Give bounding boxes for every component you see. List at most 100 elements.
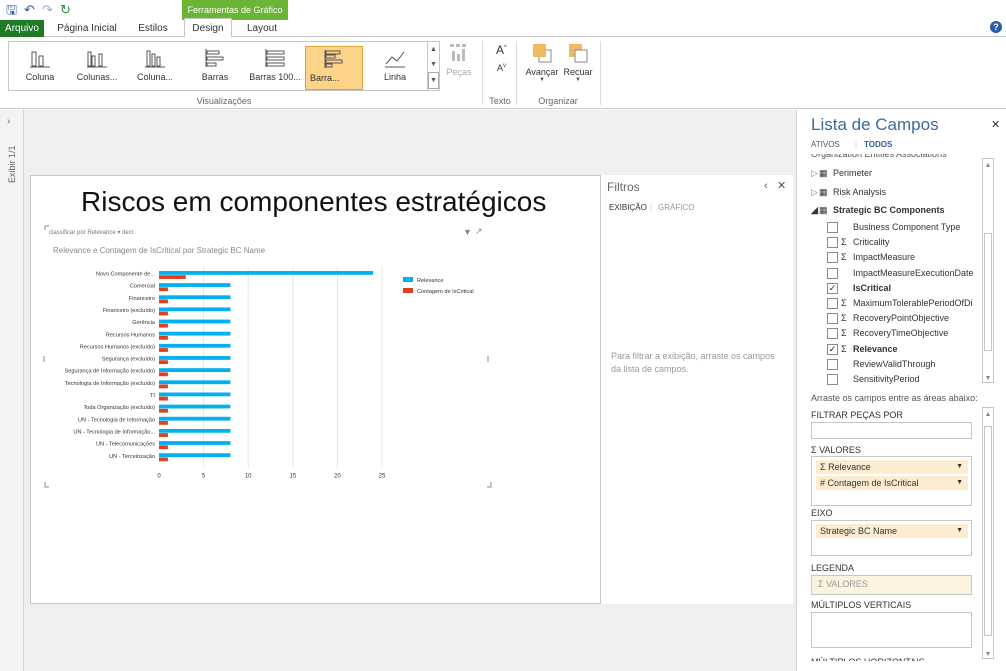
field-name: Business Component Type bbox=[853, 222, 961, 232]
recuar-label: Recuar bbox=[563, 67, 593, 77]
axis-dropzone[interactable]: Strategic BC Name ▼ bbox=[811, 520, 972, 556]
chart-tools-header: Ferramentas de Gráfico bbox=[182, 0, 288, 20]
gallery-up-icon[interactable]: ▲ bbox=[428, 42, 439, 57]
field-row[interactable]: SensitivityPeriod bbox=[797, 372, 982, 387]
areas-scrollbar[interactable]: ▲ ▼ bbox=[982, 407, 994, 659]
filter-by-dropzone[interactable] bbox=[811, 422, 972, 439]
checkbox-checked[interactable]: ✓ bbox=[827, 343, 838, 355]
tab-exibicao[interactable]: EXIBIÇÃO bbox=[609, 203, 647, 212]
tab-arquivo[interactable]: Arquivo bbox=[0, 20, 44, 37]
tab-grafico[interactable]: GRÁFICO bbox=[658, 203, 694, 212]
y-category-label: Financeiro (excluído) bbox=[103, 308, 155, 314]
field-row[interactable]: ImpactMeasureExecutionDate bbox=[797, 266, 982, 281]
values-dropzone[interactable]: Σ Relevance ▼ # Contagem de IsCritical ▼ bbox=[811, 456, 972, 506]
close-icon[interactable]: ✕ bbox=[777, 179, 786, 192]
scroll-up-icon[interactable]: ▲ bbox=[983, 159, 993, 173]
group-label-visualizations: Visualizações bbox=[196, 96, 252, 106]
dropdown-arrow-icon[interactable]: ▼ bbox=[956, 524, 963, 538]
gallery-more-icon[interactable]: ▼ bbox=[428, 72, 439, 89]
views-label[interactable]: Exibir 1/1 bbox=[7, 135, 17, 183]
value-pill-iscritical[interactable]: # Contagem de IsCritical ▼ bbox=[816, 476, 968, 490]
viz-barras-100-button[interactable]: Barras 100... bbox=[245, 46, 305, 90]
tab-design[interactable]: Design bbox=[184, 18, 232, 38]
scroll-thumb[interactable] bbox=[984, 233, 992, 351]
gallery-down-icon[interactable]: ▼ bbox=[428, 57, 439, 72]
field-name: SensitivityPeriod bbox=[853, 374, 920, 384]
checkbox[interactable] bbox=[827, 328, 838, 340]
legend-label: Relevance bbox=[417, 278, 443, 284]
vertical-multiples-dropzone[interactable] bbox=[811, 612, 972, 648]
value-pill-relevance[interactable]: Σ Relevance ▼ bbox=[816, 460, 968, 474]
scroll-thumb[interactable] bbox=[984, 426, 992, 636]
font-shrink-icon[interactable]: Av bbox=[497, 63, 506, 73]
checkbox[interactable] bbox=[827, 267, 838, 279]
field-row[interactable]: Σ RecoveryPointObjective bbox=[797, 311, 982, 326]
help-icon[interactable]: ? bbox=[990, 21, 1002, 33]
checkbox[interactable] bbox=[827, 313, 838, 325]
bring-forward-button[interactable]: Avançar ▼ bbox=[522, 41, 562, 85]
scroll-up-icon[interactable]: ▲ bbox=[983, 408, 993, 422]
group-separator bbox=[516, 41, 517, 105]
undo-icon[interactable]: ↶ bbox=[24, 2, 35, 18]
field-row[interactable]: Σ ImpactMeasure bbox=[797, 250, 982, 265]
field-row[interactable]: ReviewValidThrough bbox=[797, 357, 982, 372]
table-icon: ▦ bbox=[819, 205, 828, 215]
field-list-scrollbar[interactable]: ▲ ▼ bbox=[982, 158, 994, 383]
viz-linha-button[interactable]: Linha bbox=[369, 46, 421, 90]
checkbox-checked[interactable]: ✓ bbox=[827, 282, 838, 294]
checkbox[interactable] bbox=[827, 252, 838, 264]
y-category-label: UN - Tecnologia de Informação bbox=[78, 417, 155, 423]
viz-coluna-100-button[interactable]: Coluna... bbox=[127, 46, 183, 90]
tab-todos[interactable]: TODOS bbox=[864, 140, 892, 149]
bar-chart[interactable]: Relevance e Contagem de IsCritical por S… bbox=[31, 176, 599, 604]
bar-iscritical bbox=[159, 335, 168, 340]
axis-pill-strategic-bc-name[interactable]: Strategic BC Name ▼ bbox=[816, 524, 968, 538]
redo-icon[interactable]: ↷ bbox=[42, 2, 53, 18]
y-category-label: Toda Organização (excluído) bbox=[83, 405, 155, 411]
dropdown-arrow-icon[interactable]: ▼ bbox=[956, 476, 963, 490]
pecas-button[interactable]: Peças bbox=[444, 41, 474, 85]
field-row[interactable]: ✓ Σ Relevance bbox=[797, 342, 982, 357]
viz-barra-clustered-button[interactable]: Barra... bbox=[305, 46, 363, 90]
dropdown-arrow-icon[interactable]: ▼ bbox=[956, 460, 963, 474]
send-backward-button[interactable]: Recuar ▼ bbox=[562, 41, 594, 85]
pill-label: # Contagem de IsCritical bbox=[820, 478, 919, 488]
table-name: Perimeter bbox=[833, 168, 873, 178]
checkbox[interactable] bbox=[827, 222, 838, 233]
tab-layout[interactable]: Layout bbox=[240, 20, 284, 37]
collapse-icon[interactable]: ‹ bbox=[764, 180, 768, 192]
checkbox[interactable] bbox=[827, 237, 838, 249]
values-label-text: VALORES bbox=[819, 445, 861, 455]
viz-barras-button[interactable]: Barras bbox=[189, 46, 241, 90]
tab-estilos[interactable]: Estilos bbox=[128, 20, 178, 37]
close-icon[interactable]: ✕ bbox=[991, 118, 1000, 131]
sigma-icon: Σ bbox=[841, 328, 847, 339]
filters-pane: Filtros ‹ ✕ EXIBIÇÃO | GRÁFICO Para filt… bbox=[600, 175, 793, 604]
tab-ativos[interactable]: ATIVOS bbox=[811, 140, 840, 149]
field-row[interactable]: Business Component Type bbox=[797, 220, 982, 235]
font-grow-icon[interactable]: A^ bbox=[496, 43, 507, 57]
bar-relevance bbox=[159, 283, 231, 287]
field-row[interactable]: Σ Criticality bbox=[797, 235, 982, 250]
field-list-pane: Lista de Campos ✕ ATIVOS | TODOS Organiz… bbox=[796, 110, 1006, 671]
viz-colunas-button[interactable]: Colunas... bbox=[69, 46, 125, 90]
field-row[interactable]: ✓ IsCritical bbox=[797, 281, 982, 296]
scroll-down-icon[interactable]: ▼ bbox=[983, 375, 993, 382]
tab-pagina-inicial[interactable]: Página Inicial bbox=[52, 20, 122, 37]
checkbox[interactable] bbox=[827, 374, 838, 385]
field-row[interactable]: Σ MaximumTolerablePeriodOfDi bbox=[797, 296, 982, 311]
field-name: ImpactMeasure bbox=[853, 252, 916, 263]
chevron-right-icon[interactable]: › bbox=[7, 116, 10, 127]
field-row[interactable]: Σ RecoveryTimeObjective bbox=[797, 326, 982, 341]
scroll-down-icon[interactable]: ▼ bbox=[983, 651, 993, 658]
legend-dropzone[interactable]: Σ VALORES bbox=[811, 575, 972, 595]
save-icon[interactable]: 🖫 bbox=[6, 2, 17, 18]
checkbox[interactable] bbox=[827, 358, 838, 370]
gallery-scroller[interactable]: ▲ ▼ ▼ bbox=[427, 42, 439, 90]
viz-coluna-button[interactable]: Coluna bbox=[13, 46, 67, 90]
refresh-icon[interactable]: ↻ bbox=[60, 2, 71, 18]
field-table-partial[interactable]: Organization Entities Associations bbox=[811, 154, 976, 160]
group-label-organizar: Organizar bbox=[538, 96, 578, 106]
ribbon-tabs: Arquivo Página Inicial Estilos Design La… bbox=[0, 18, 1006, 57]
checkbox[interactable] bbox=[827, 298, 838, 309]
